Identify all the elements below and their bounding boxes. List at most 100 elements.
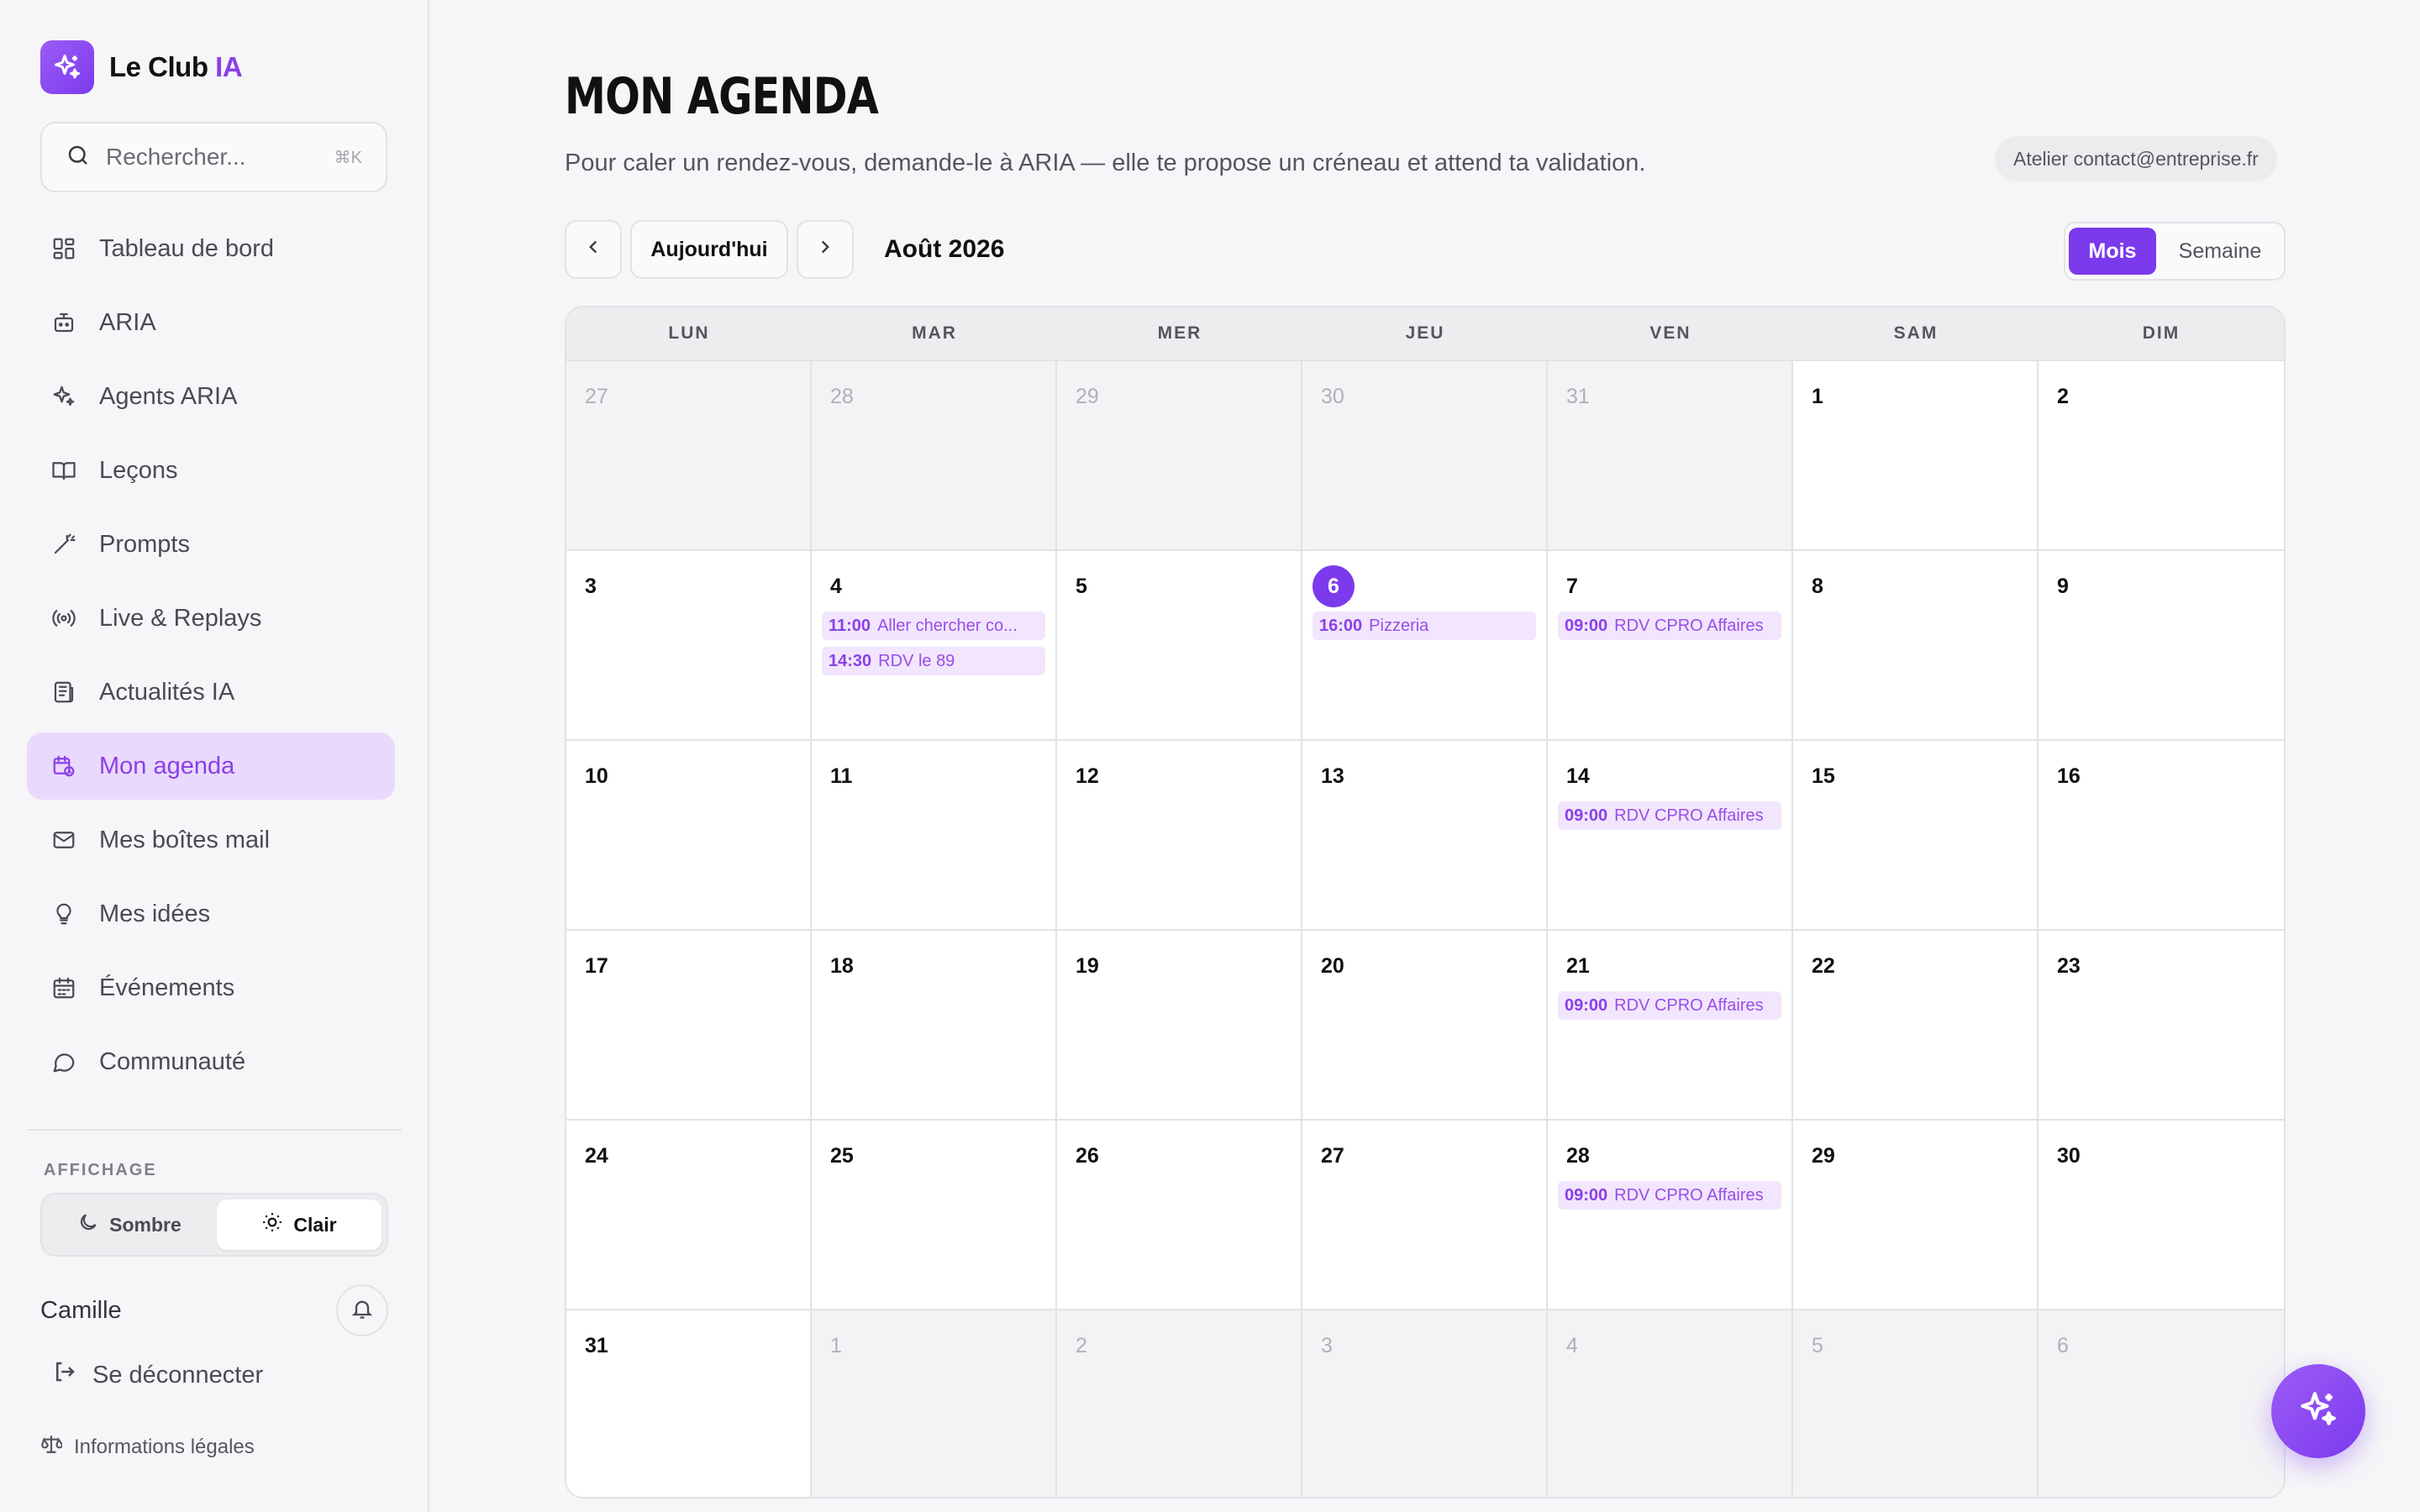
view-month-button[interactable]: Mois <box>2069 228 2156 275</box>
day-cell[interactable]: 6 16:00 Pizzeria <box>1302 551 1548 741</box>
day-cell[interactable]: 2 <box>1057 1310 1302 1497</box>
search-input[interactable]: Rechercher... ⌘K <box>40 122 387 192</box>
calendar-event[interactable]: 09:00 RDV CPRO Affaires <box>1558 801 1781 830</box>
day-cell[interactable]: 12 <box>1057 741 1302 931</box>
calendar-event[interactable]: 14:30 RDV le 89 <box>822 647 1045 675</box>
day-cell[interactable]: 1 <box>1793 361 2039 551</box>
sidebar-item-evenements[interactable]: Événements <box>27 954 395 1021</box>
day-cell[interactable]: 13 <box>1302 741 1548 931</box>
day-cell[interactable]: 27 <box>1302 1121 1548 1310</box>
calendar-icon <box>50 974 77 1001</box>
day-cell[interactable]: 3 <box>1302 1310 1548 1497</box>
day-cell[interactable]: 14 09:00 RDV CPRO Affaires <box>1548 741 1793 931</box>
day-cell[interactable]: 23 <box>2039 931 2284 1121</box>
day-cell[interactable]: 30 <box>2039 1121 2284 1310</box>
day-cell[interactable]: 19 <box>1057 931 1302 1121</box>
calendar-event[interactable]: 09:00 RDV CPRO Affaires <box>1558 1181 1781 1210</box>
day-cell[interactable]: 4 11:00 Aller chercher co... 14:30 RDV le 89 <box>812 551 1057 741</box>
sidebar-item-mes-boites-mail[interactable]: Mes boîtes mail <box>27 806 395 874</box>
day-cell[interactable]: 22 <box>1793 931 2039 1121</box>
day-cell[interactable]: 2 <box>2039 361 2284 551</box>
sidebar-item-prompts[interactable]: Prompts <box>27 511 395 578</box>
day-cell[interactable]: 17 <box>566 931 812 1121</box>
day-number-text: 23 <box>2057 953 2081 978</box>
day-cell[interactable]: 20 <box>1302 931 1548 1121</box>
day-number-text: 29 <box>1812 1143 1835 1168</box>
page-title: MON AGENDA <box>565 67 879 126</box>
event-title: RDV CPRO Affaires <box>1614 616 1764 635</box>
aria-assistant-button[interactable] <box>2271 1364 2365 1458</box>
day-number: 23 <box>2049 948 2274 984</box>
view-week-button[interactable]: Semaine <box>2161 228 2279 275</box>
day-cell[interactable]: 28 <box>812 361 1057 551</box>
day-cell[interactable]: 16 <box>2039 741 2284 931</box>
today-button[interactable]: Aujourd'hui <box>630 220 788 279</box>
day-number: 20 <box>1313 948 1536 984</box>
sidebar-item-actualites-ia[interactable]: Actualités IA <box>27 659 395 726</box>
previous-month-button[interactable] <box>565 220 622 279</box>
sidebar-item-communaute[interactable]: Communauté <box>27 1028 395 1095</box>
calendar-toolbar: Aujourd'hui Août 2026 <box>565 220 1004 279</box>
sparkles-icon <box>2297 1389 2339 1435</box>
bot-icon <box>50 309 77 336</box>
calendar-event[interactable]: 09:00 RDV CPRO Affaires <box>1558 612 1781 640</box>
sidebar-item-label: Mon agenda <box>99 752 235 780</box>
sidebar-item-mes-idees[interactable]: Mes idées <box>27 880 395 948</box>
calendar-event[interactable]: 11:00 Aller chercher co... <box>822 612 1045 640</box>
sidebar-item-tableau-de-bord[interactable]: Tableau de bord <box>27 215 395 282</box>
sidebar-item-label: Agents ARIA <box>99 382 238 410</box>
day-cell[interactable]: 27 <box>566 361 812 551</box>
book-icon <box>50 457 77 484</box>
day-number-text: 19 <box>1076 953 1099 978</box>
day-cell[interactable]: 18 <box>812 931 1057 1121</box>
day-cell[interactable]: 4 <box>1548 1310 1793 1497</box>
event-time: 09:00 <box>1565 1185 1608 1205</box>
magic-wand-icon <box>50 531 77 558</box>
day-cell[interactable]: 29 <box>1793 1121 2039 1310</box>
day-cell[interactable]: 9 <box>2039 551 2284 741</box>
day-cell[interactable]: 6 <box>2039 1310 2284 1497</box>
legal-link[interactable]: Informations légales <box>40 1433 255 1461</box>
logout-icon <box>52 1359 77 1391</box>
search-shortcut: ⌘K <box>334 148 362 167</box>
day-number: 3 <box>576 568 800 605</box>
day-cell[interactable]: 3 <box>566 551 812 741</box>
sidebar-item-agents-aria[interactable]: Agents ARIA <box>27 363 395 430</box>
day-cell[interactable]: 7 09:00 RDV CPRO Affaires <box>1548 551 1793 741</box>
theme-dark-button[interactable]: Sombre <box>47 1200 212 1250</box>
next-month-button[interactable] <box>797 220 854 279</box>
day-cell[interactable]: 31 <box>1548 361 1793 551</box>
day-cell[interactable]: 31 <box>566 1310 812 1497</box>
day-cell[interactable]: 1 <box>812 1310 1057 1497</box>
day-cell[interactable]: 28 09:00 RDV CPRO Affaires <box>1548 1121 1793 1310</box>
day-number: 26 <box>1067 1137 1291 1174</box>
day-cell[interactable]: 25 <box>812 1121 1057 1310</box>
day-cell[interactable]: 8 <box>1793 551 2039 741</box>
logout-button[interactable]: Se déconnecter <box>52 1359 263 1391</box>
brand[interactable]: Le Club IA <box>40 40 243 94</box>
notifications-button[interactable] <box>336 1284 388 1336</box>
day-cell[interactable]: 24 <box>566 1121 812 1310</box>
day-cell[interactable]: 30 <box>1302 361 1548 551</box>
sidebar-item-mon-agenda[interactable]: Mon agenda <box>27 732 395 800</box>
sidebar-item-aria[interactable]: ARIA <box>27 289 395 356</box>
day-cell[interactable]: 15 <box>1793 741 2039 931</box>
day-cell[interactable]: 5 <box>1793 1310 2039 1497</box>
weekday-label: JEU <box>1405 323 1445 343</box>
day-cell[interactable]: 21 09:00 RDV CPRO Affaires <box>1548 931 1793 1121</box>
chevron-right-icon <box>814 236 836 264</box>
event-time: 14:30 <box>829 651 872 670</box>
day-cell[interactable]: 29 <box>1057 361 1302 551</box>
sidebar-item-label: Mes boîtes mail <box>99 826 271 853</box>
day-events: 11:00 Aller chercher co... 14:30 RDV le 89 <box>822 612 1045 675</box>
day-cell[interactable]: 10 <box>566 741 812 931</box>
sidebar-item-live-replays[interactable]: Live & Replays <box>27 585 395 652</box>
day-cell[interactable]: 11 <box>812 741 1057 931</box>
weekday-label: MAR <box>912 323 957 343</box>
theme-light-button[interactable]: Clair <box>217 1200 381 1250</box>
calendar-event[interactable]: 16:00 Pizzeria <box>1313 612 1536 640</box>
day-cell[interactable]: 5 <box>1057 551 1302 741</box>
sidebar-item-lecons[interactable]: Leçons <box>27 437 395 504</box>
day-cell[interactable]: 26 <box>1057 1121 1302 1310</box>
calendar-event[interactable]: 09:00 RDV CPRO Affaires <box>1558 991 1781 1020</box>
